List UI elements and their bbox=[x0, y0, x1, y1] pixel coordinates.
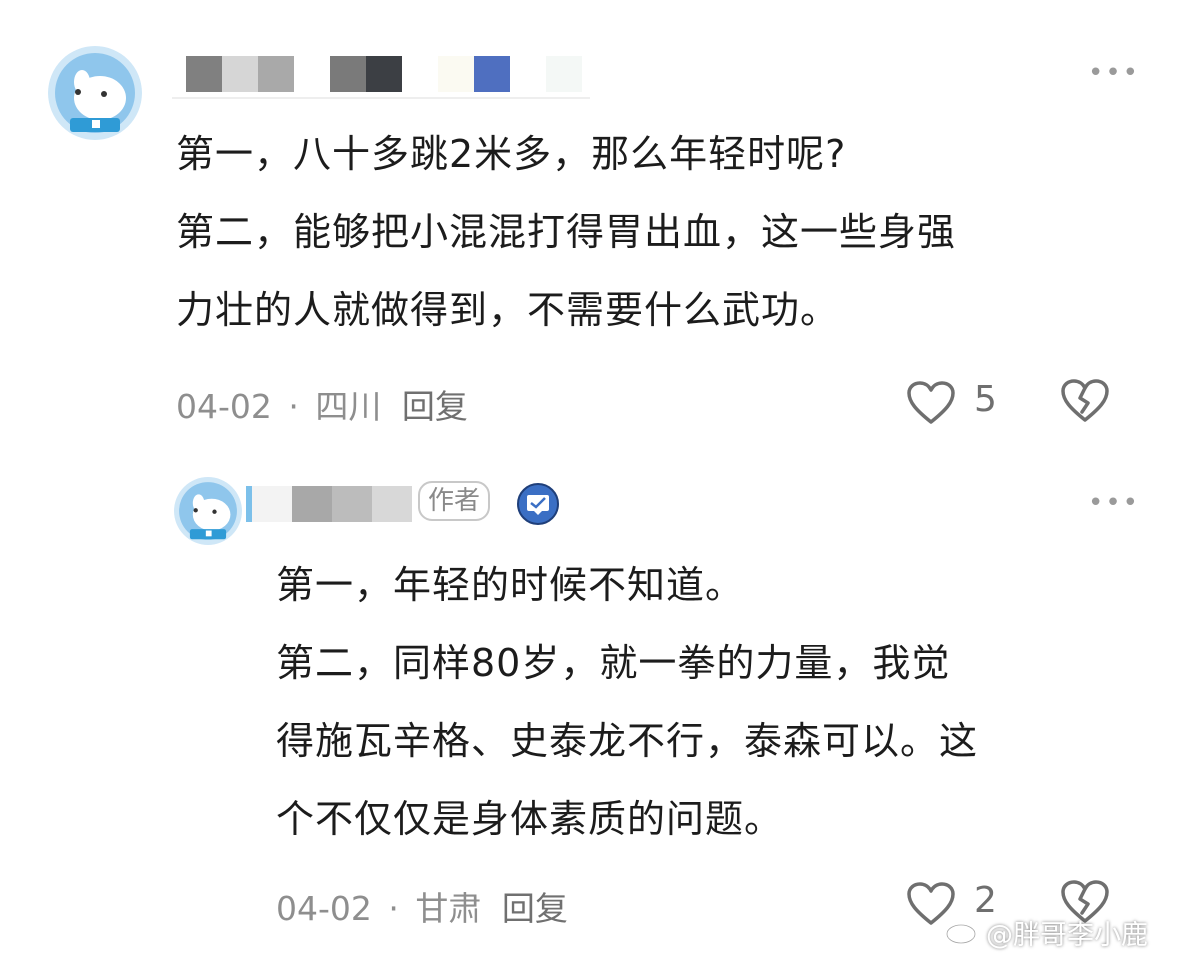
comment-line: 力壮的人就做得到，不需要什么武功。 bbox=[176, 288, 840, 332]
username-redacted[interactable] bbox=[186, 56, 586, 92]
author-tag: 作者 bbox=[418, 481, 491, 521]
reply-line: 第二，同样80岁，就一拳的力量，我觉 bbox=[276, 641, 951, 685]
reply-body: 第一，年轻的时候不知道。 第二，同样80岁，就一拳的力量，我觉 得施瓦辛格、史泰… bbox=[276, 546, 978, 858]
reply-line: 个不仅仅是身体素质的问题。 bbox=[276, 797, 784, 841]
reply-location: 甘肃 bbox=[415, 889, 482, 928]
reply-button[interactable]: 回复 bbox=[402, 387, 468, 426]
reply-button[interactable]: 回复 bbox=[502, 889, 568, 928]
reply-meta: 04-02 · 甘肃 回复 bbox=[276, 882, 568, 930]
meta-separator: · bbox=[288, 387, 299, 426]
comment-date: 04-02 bbox=[176, 387, 272, 426]
avatar[interactable] bbox=[48, 46, 142, 140]
heart-outline-icon[interactable] bbox=[906, 380, 956, 426]
username-redacted[interactable] bbox=[246, 486, 416, 522]
meta-separator: · bbox=[388, 889, 399, 928]
avatar[interactable] bbox=[174, 477, 242, 545]
reply-date: 04-02 bbox=[276, 889, 372, 928]
comment-body: 第一，八十多跳2米多，那么年轻时呢? 第二，能够把小混混打得胃出血，这一些身强 … bbox=[176, 115, 956, 349]
comment-line: 第一，八十多跳2米多，那么年轻时呢? bbox=[176, 132, 847, 176]
verified-badge-icon bbox=[516, 482, 560, 526]
like-count: 5 bbox=[974, 379, 997, 420]
more-icon[interactable]: ••• bbox=[1088, 488, 1140, 518]
broken-heart-icon[interactable] bbox=[1060, 378, 1110, 424]
more-icon[interactable]: ••• bbox=[1088, 58, 1140, 88]
weibo-logo-icon bbox=[944, 912, 984, 946]
reply-line: 第一，年轻的时候不知道。 bbox=[276, 563, 745, 607]
watermark: @胖哥李小鹿 bbox=[986, 920, 1148, 951]
reply-line: 得施瓦辛格、史泰龙不行，泰森可以。这 bbox=[276, 719, 979, 763]
comment-meta: 04-02 · 四川 回复 bbox=[176, 380, 468, 428]
header-divider bbox=[172, 97, 590, 99]
comment-location: 四川 bbox=[315, 387, 382, 426]
comment-line: 第二，能够把小混混打得胃出血，这一些身强 bbox=[176, 210, 957, 254]
